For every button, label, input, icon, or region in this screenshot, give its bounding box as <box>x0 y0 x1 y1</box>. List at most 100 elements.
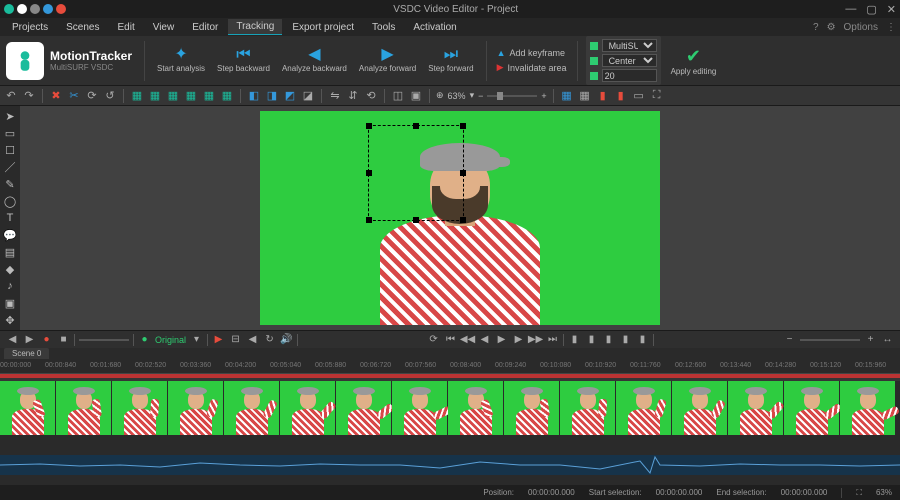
pb-record-icon[interactable]: ● <box>40 333 53 346</box>
timeline-frame[interactable] <box>336 381 392 435</box>
timeline-frame[interactable] <box>448 381 504 435</box>
menu-scenes[interactable]: Scenes <box>58 20 107 35</box>
handle-mid-right[interactable] <box>460 170 466 176</box>
timeline-thumbnails[interactable] <box>0 381 900 455</box>
pb-marker2-icon[interactable]: ▮ <box>585 333 598 346</box>
mask-icon[interactable]: ▣ <box>409 89 423 103</box>
pb-marker1-icon[interactable]: ▮ <box>568 333 581 346</box>
zoom-slider[interactable] <box>487 95 537 97</box>
save-icon[interactable] <box>43 4 53 14</box>
apply-editing-button[interactable]: ✔ Apply editing <box>665 44 723 78</box>
pb-refresh-icon[interactable]: ⟳ <box>427 333 440 346</box>
tl-zoom-in-icon[interactable]: + <box>864 333 877 346</box>
line-tool-icon[interactable]: ／ <box>3 160 17 174</box>
algorithm-select[interactable]: MultiSURF <box>602 39 657 52</box>
menu-tracking[interactable]: Tracking <box>228 19 282 35</box>
ellipse-tool-icon[interactable]: ◯ <box>3 194 17 208</box>
zoom-dropdown-icon[interactable]: ▾ <box>470 90 475 101</box>
pb-fwd-icon[interactable]: ▶ <box>512 333 525 346</box>
marker-icon[interactable]: ▮ <box>596 89 610 103</box>
timeline-frame[interactable] <box>616 381 672 435</box>
timeline-frame[interactable] <box>728 381 784 435</box>
new-icon[interactable] <box>17 4 27 14</box>
menu-editor[interactable]: Editor <box>184 20 226 35</box>
open-icon[interactable] <box>30 4 40 14</box>
handle-top-mid[interactable] <box>413 123 419 129</box>
timeline-frame[interactable] <box>0 381 56 435</box>
pb-volume-icon[interactable]: 🔊 <box>280 333 293 346</box>
pb-loop-icon[interactable]: ↻ <box>263 333 276 346</box>
move-tool-icon[interactable]: ✥ <box>3 313 17 327</box>
pb-stop-icon[interactable]: ■ <box>57 333 70 346</box>
tracking-selection-box[interactable] <box>368 125 464 221</box>
pb-cut-end-icon[interactable]: ◀ <box>246 333 259 346</box>
step-backward-button[interactable]: ⏮ Step backward <box>213 45 274 76</box>
pb-split-icon[interactable]: ⊟ <box>229 333 242 346</box>
timeline-frame[interactable] <box>784 381 840 435</box>
status-zoom-icon[interactable]: ⛶ <box>856 488 862 498</box>
ungroup-icon[interactable]: ◨ <box>265 89 279 103</box>
pointer-tool-icon[interactable]: ➤ <box>3 109 17 123</box>
rotate-icon[interactable]: ⟲ <box>364 89 378 103</box>
timeline-frame[interactable] <box>392 381 448 435</box>
group-icon[interactable]: ◧ <box>247 89 261 103</box>
timeline-frame[interactable] <box>504 381 560 435</box>
handle-mid-left[interactable] <box>366 170 372 176</box>
pb-marker5-icon[interactable]: ▮ <box>636 333 649 346</box>
menu-edit[interactable]: Edit <box>109 20 142 35</box>
pb-play-icon[interactable]: ▶ <box>23 333 36 346</box>
tl-zoom-slider[interactable] <box>800 339 860 341</box>
pb-cut-start-icon[interactable]: ▶ <box>212 333 225 346</box>
send-back-icon[interactable]: ◪ <box>301 89 315 103</box>
quality-label[interactable]: Original <box>155 335 186 345</box>
invalidate-area-button[interactable]: ▶ Invalidate area <box>495 61 569 74</box>
help-icon[interactable]: ? <box>813 22 819 33</box>
counter-tool-icon[interactable]: ▣ <box>3 296 17 310</box>
timeline-frame[interactable] <box>168 381 224 435</box>
zoom-target-icon[interactable]: ⊕ <box>436 90 444 101</box>
pb-play2-icon[interactable]: ▶ <box>495 333 508 346</box>
value-input[interactable] <box>602 69 657 82</box>
quality-dropdown-icon[interactable]: ▾ <box>190 333 203 346</box>
delete-icon[interactable]: ✖ <box>49 89 63 103</box>
pen-tool-icon[interactable]: ✎ <box>3 177 17 191</box>
menu-tools[interactable]: Tools <box>364 20 403 35</box>
handle-top-left[interactable] <box>366 123 372 129</box>
record-icon[interactable] <box>56 4 66 14</box>
timeline-frame[interactable] <box>224 381 280 435</box>
align-right-icon[interactable]: ▦ <box>166 89 180 103</box>
loop-icon[interactable]: ↺ <box>103 89 117 103</box>
settings-icon[interactable]: ⚙ <box>827 22 836 33</box>
preview-area[interactable] <box>20 106 900 330</box>
flip-h-icon[interactable]: ⇋ <box>328 89 342 103</box>
audio-waveform[interactable] <box>0 455 900 475</box>
align-bottom-icon[interactable]: ▦ <box>220 89 234 103</box>
redo-icon[interactable]: ↷ <box>22 89 36 103</box>
timeline-frame[interactable] <box>840 381 896 435</box>
analyze-backward-button[interactable]: ◀ Analyze backward <box>278 45 351 76</box>
refresh-icon[interactable]: ⟳ <box>85 89 99 103</box>
snap-icon[interactable]: ▦ <box>578 89 592 103</box>
shape-tool-icon[interactable]: ◆ <box>3 262 17 276</box>
pb-goto-start-icon[interactable]: ⏮ <box>444 333 457 346</box>
options-label[interactable]: Options <box>844 22 878 33</box>
rectangle-tool-icon[interactable]: ▭ <box>3 126 17 140</box>
scene-tab-0[interactable]: Scene 0 <box>4 348 49 359</box>
text-tool-icon[interactable]: T <box>3 211 17 225</box>
audio-tool-icon[interactable]: ♪ <box>3 279 17 293</box>
image-tool-icon[interactable]: ☐ <box>3 143 17 157</box>
align-middle-icon[interactable]: ▦ <box>202 89 216 103</box>
step-forward-button[interactable]: ⏭ Step forward <box>424 45 477 76</box>
timeline-frame[interactable] <box>56 381 112 435</box>
timeline-frame[interactable] <box>672 381 728 435</box>
timeline-frame[interactable] <box>560 381 616 435</box>
timeline-frame[interactable] <box>112 381 168 435</box>
handle-bot-left[interactable] <box>366 217 372 223</box>
flip-v-icon[interactable]: ⇵ <box>346 89 360 103</box>
pb-marker4-icon[interactable]: ▮ <box>619 333 632 346</box>
menu-activation[interactable]: Activation <box>405 20 464 35</box>
menu-projects[interactable]: Projects <box>4 20 56 35</box>
menu-export-project[interactable]: Export project <box>284 20 362 35</box>
analyze-forward-button[interactable]: ▶ Analyze forward <box>355 45 420 76</box>
menu-view[interactable]: View <box>145 20 183 35</box>
